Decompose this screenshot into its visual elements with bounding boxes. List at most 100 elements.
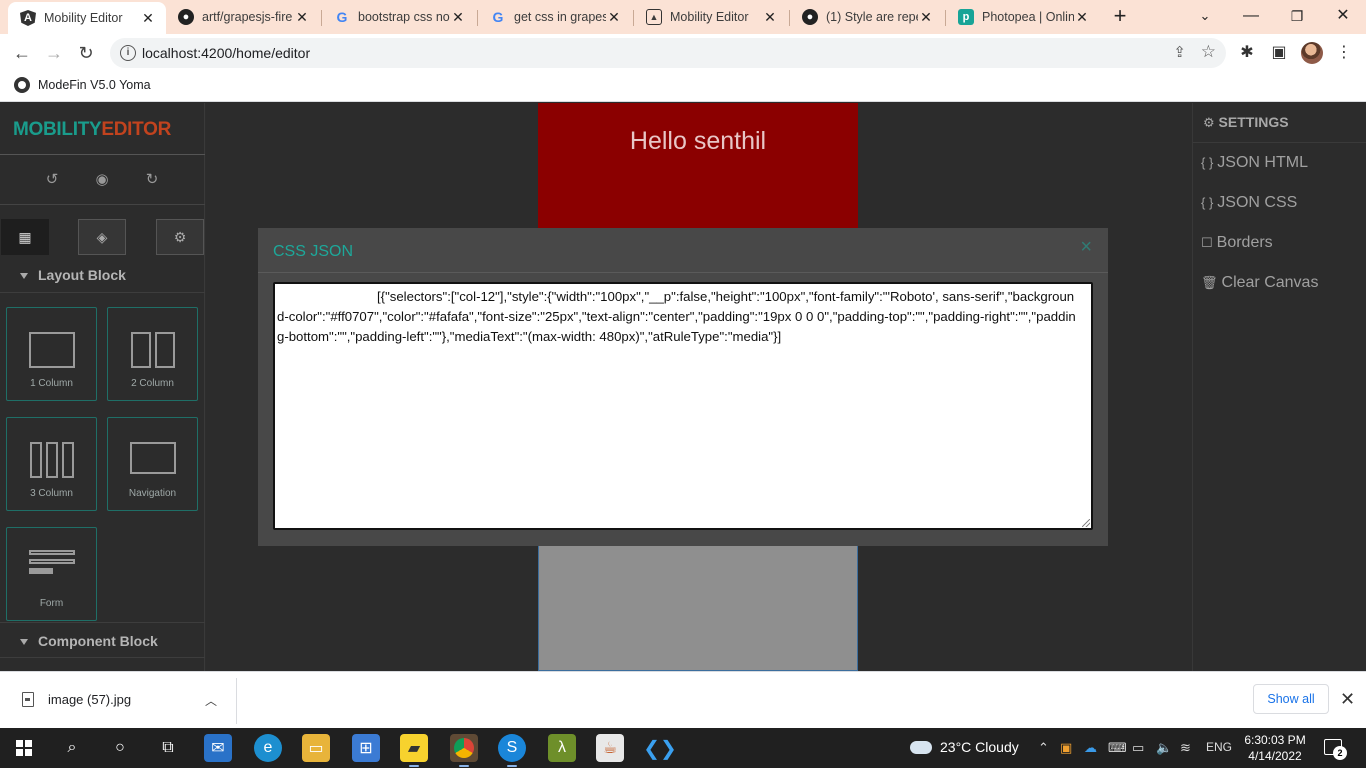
skype-icon[interactable]: S [498,734,526,767]
notepad-plus-icon[interactable]: λ [548,734,576,762]
component-block-category[interactable]: Component Block [0,622,205,658]
modal-close-icon[interactable]: × [1080,236,1092,259]
close-icon[interactable]: ✕ [1340,689,1355,710]
clock-date: 4/14/2022 [1248,749,1302,763]
forward-button[interactable]: → [40,40,68,66]
cortana-icon[interactable]: ○ [106,734,134,762]
vscode-icon[interactable]: ❮❯ [643,734,677,762]
task-view-icon[interactable]: ⧉ [154,734,182,762]
reload-button[interactable]: ↻ [72,40,100,66]
redo-icon[interactable]: ↻ [142,170,162,190]
volume-icon[interactable]: 🔈 [1156,740,1172,756]
window-close-button[interactable]: ✕ [1320,0,1366,34]
blocks-view-button[interactable]: ▦ [1,219,49,255]
chevron-up-icon[interactable]: ⌃ [1038,740,1049,756]
mail-icon[interactable]: ✉ [204,734,232,762]
css-json-content[interactable]: [{"selectors":["col-12"],"style":{"width… [277,287,1081,347]
file-explorer-icon[interactable]: ▭ [302,734,330,762]
tab-mobility-editor-2[interactable]: ▲ Mobility Editor ✕ [634,0,788,34]
canvas-grey-section[interactable] [538,545,858,671]
onedrive-icon[interactable]: ☁ [1084,740,1097,756]
left-panel: MOBILITYEDITOR ↺ ◉ ↻ ▦ ◈ ⚙ Layout Block … [0,103,205,671]
edge-icon[interactable]: e [254,734,282,762]
block-label: Form [39,598,64,609]
chrome-icon[interactable] [450,734,478,767]
wifi-icon[interactable]: ≋ [1180,740,1191,756]
new-tab-button[interactable]: + [1109,4,1131,30]
close-icon[interactable]: ✕ [1074,9,1090,26]
close-icon[interactable]: ✕ [762,9,778,26]
block-navigation[interactable]: Navigation [107,417,198,511]
tab-title: (1) Style are repe [826,10,918,24]
layers-view-button[interactable]: ◈ [78,219,126,255]
java-icon[interactable]: ☕ [596,734,624,762]
clear-canvas-button[interactable]: 🗑 Clear Canvas [1201,274,1318,292]
search-icon[interactable]: ⌕ [58,734,86,762]
css-json-textarea[interactable]: [{"selectors":["col-12"],"style":{"width… [273,282,1093,530]
menu-label: JSON HTML [1217,154,1308,171]
tab-photopea[interactable]: p Photopea | Onlin ✕ [946,0,1100,34]
tab-google-css[interactable]: G get css in grapes ✕ [478,0,632,34]
block-1-column[interactable]: 1 Column [6,307,97,401]
preview-eye-icon[interactable]: ◉ [92,170,112,190]
tab-mobility-editor[interactable]: A Mobility Editor ✕ [8,2,166,34]
tray-app-icon[interactable]: ▣ [1060,740,1072,756]
canvas-heading[interactable]: Hello senthil [538,127,858,156]
close-icon[interactable]: ✕ [294,9,310,26]
tab-github-style[interactable]: ● (1) Style are repe ✕ [790,0,944,34]
bookmark-star-icon[interactable]: ☆ [1201,42,1216,62]
tab-github-grapesjs[interactable]: ● artf/grapesjs-fire ✕ [166,0,320,34]
profile-avatar[interactable] [1301,42,1323,64]
download-item[interactable]: image (57).jpg [22,692,131,707]
bookmarks-bar: ModeFin V5.0 Yoma [0,72,1366,102]
tab-title: bootstrap css not [358,10,450,24]
json-html-button[interactable]: { } JSON HTML [1201,154,1308,172]
settings-view-button[interactable]: ⚙ [156,219,204,255]
battery-icon[interactable]: ▭ [1132,740,1144,756]
github-icon: ● [802,9,818,25]
undo-icon[interactable]: ↺ [42,170,62,190]
bookmark-label: ModeFin V5.0 Yoma [38,78,151,92]
notifications-icon[interactable]: 2 [1324,739,1347,760]
json-css-button[interactable]: { } JSON CSS [1201,194,1297,212]
minimize-button[interactable]: — [1228,0,1274,34]
address-bar[interactable]: i localhost:4200/home/editor ⇪ ☆ [110,38,1226,68]
caret-down-icon [20,273,28,280]
borders-button[interactable]: ☐ Borders [1201,234,1273,252]
close-icon[interactable]: ✕ [606,9,622,26]
github-icon: ● [178,9,194,25]
language-indicator[interactable]: ENG [1206,740,1232,754]
photo-icon: ▲ [646,9,662,25]
sticky-notes-icon[interactable]: ▰ [400,734,428,767]
system-clock[interactable]: 6:30:03 PM 4/14/2022 [1240,732,1310,764]
block-3-column[interactable]: 3 Column [6,417,97,511]
block-2-column[interactable]: 2 Column [107,307,198,401]
canvas-red-section[interactable]: Hello senthil [538,103,858,228]
block-form[interactable]: Form [6,527,97,621]
side-panel-icon[interactable]: ▣ [1269,43,1289,63]
back-button[interactable]: ← [8,40,36,66]
close-icon[interactable]: ✕ [918,9,934,26]
menu-icon[interactable]: ⋮ [1334,43,1354,63]
google-icon: G [492,9,504,25]
windows-start-icon[interactable] [10,734,38,762]
store-icon[interactable]: ⊞ [352,734,380,762]
grid-icon: ▦ [18,228,32,245]
notification-badge: 2 [1333,746,1347,760]
close-icon[interactable]: ✕ [450,9,466,26]
network-tray-icon[interactable]: ⌨ [1108,740,1127,756]
share-icon[interactable]: ⇪ [1173,43,1186,61]
weather-widget[interactable]: 23°C Cloudy [910,739,1019,755]
layout-block-category[interactable]: Layout Block [0,257,205,293]
tab-search-icon[interactable]: ⌄ [1182,0,1228,34]
resize-handle-icon[interactable] [1082,519,1090,527]
site-info-icon[interactable]: i [120,45,136,61]
bookmark-modefin[interactable]: ModeFin V5.0 Yoma [14,77,151,93]
angular-icon: A [20,10,36,26]
extensions-icon[interactable]: ✱ [1237,43,1257,63]
restore-button[interactable]: ❐ [1274,0,1320,34]
show-all-button[interactable]: Show all [1253,684,1329,714]
chevron-up-icon[interactable]: ︿ [205,692,217,709]
close-icon[interactable]: ✕ [140,10,156,27]
tab-google-bootstrap[interactable]: G bootstrap css not ✕ [322,0,476,34]
